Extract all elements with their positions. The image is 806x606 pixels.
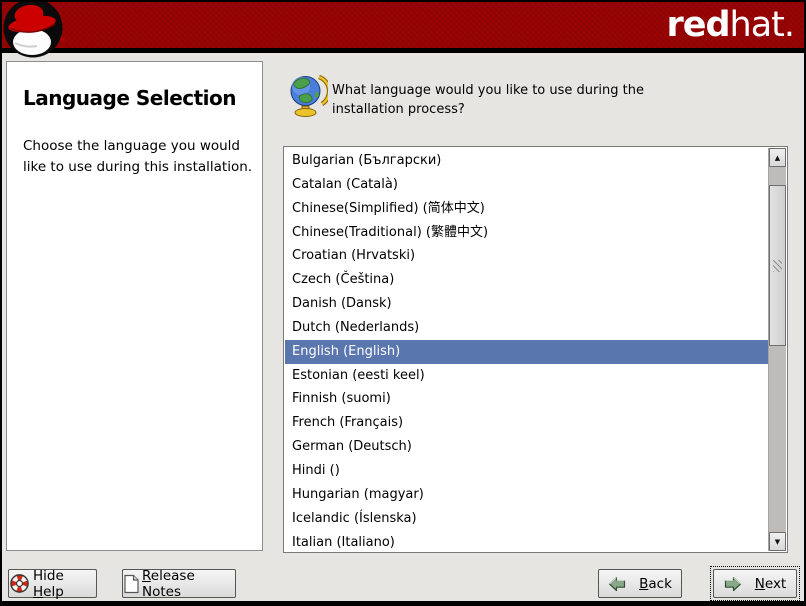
content-area: Language Selection Choose the language y… [2,53,804,601]
scrollbar[interactable]: ▲ ▼ [768,148,786,551]
list-item[interactable]: Croatian (Hrvatski) [285,244,768,268]
list-item[interactable]: Hindi () [285,459,768,483]
language-listbox: Bulgarian (Български)Catalan (Català)Chi… [283,146,788,553]
redhat-shadowman-logo-icon: ® [2,1,68,63]
list-item[interactable]: Catalan (Català) [285,173,768,197]
wordmark-bold: red [666,5,729,45]
hide-help-label: Hide Help [33,568,96,600]
header-banner: redhat. [2,2,804,48]
scroll-up-icon: ▲ [775,154,780,162]
document-icon [123,574,140,594]
list-item[interactable]: German (Deutsch) [285,435,768,459]
question-text: What language would you like to use duri… [332,81,684,119]
back-label: Back [639,576,672,592]
help-text: Choose the language you would like to us… [23,136,255,178]
scroll-down-icon: ▼ [775,538,780,546]
next-arrow-icon [724,576,742,592]
installer-window: redhat. ® Language Selection Choose the … [0,0,806,606]
list-item[interactable]: Chinese(Traditional) (繁體中文) [285,221,768,245]
list-item[interactable]: Czech (Čeština) [285,268,768,292]
list-item[interactable]: Hungarian (magyar) [285,483,768,507]
svg-text:®: ® [59,36,66,44]
page-title: Language Selection [23,86,248,110]
scroll-down-button[interactable]: ▼ [769,532,786,551]
language-list: Bulgarian (Български)Catalan (Català)Chi… [285,147,768,551]
list-item[interactable]: Italian (Italiano) [285,531,768,552]
redhat-wordmark: redhat. [666,6,794,44]
list-item[interactable]: Danish (Dansk) [285,292,768,316]
list-item[interactable]: Finnish (suomi) [285,387,768,411]
list-item[interactable]: Dutch (Nederlands) [285,316,768,340]
list-item[interactable]: Bulgarian (Български) [285,149,768,173]
globe-icon [288,70,328,118]
life-preserver-icon [9,573,30,594]
next-button[interactable]: Next [713,569,797,598]
back-arrow-icon [608,576,626,592]
back-button[interactable]: Back [598,569,682,598]
release-notes-button[interactable]: Release Notes [122,569,236,598]
scroll-up-button[interactable]: ▲ [769,148,786,167]
next-label: Next [755,576,786,592]
list-item[interactable]: English (English) [285,340,768,364]
list-item[interactable]: Icelandic (Íslenska) [285,507,768,531]
help-panel: Language Selection Choose the language y… [6,61,263,551]
scrollbar-thumb[interactable] [769,185,786,346]
release-notes-label: Release Notes [142,568,235,600]
list-item[interactable]: Chinese(Simplified) (简体中文) [285,197,768,221]
list-item[interactable]: French (Français) [285,411,768,435]
hide-help-button[interactable]: Hide Help [8,569,97,598]
next-button-focus-ring: Next [710,566,800,601]
list-item[interactable]: Estonian (eesti keel) [285,364,768,388]
wordmark-rest: hat. [730,5,794,45]
